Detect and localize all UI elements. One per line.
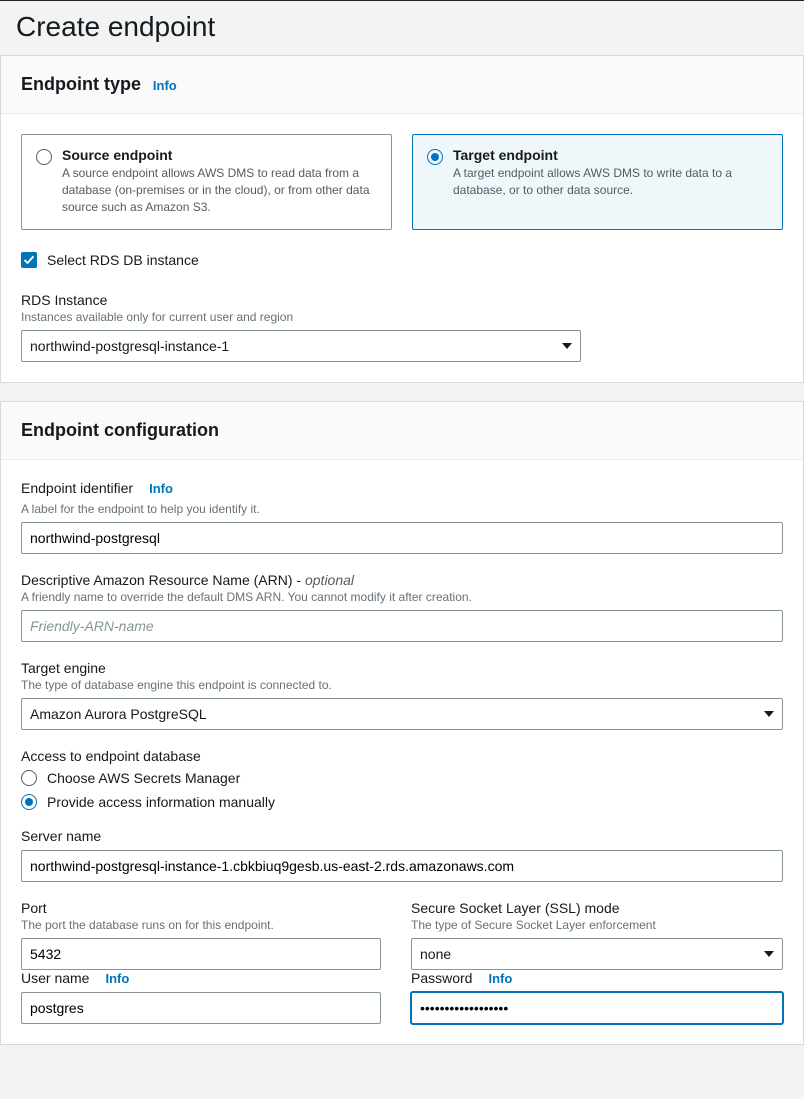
- target-endpoint-card[interactable]: Target endpoint A target endpoint allows…: [412, 134, 783, 230]
- radio-icon: [36, 149, 52, 165]
- source-endpoint-card[interactable]: Source endpoint A source endpoint allows…: [21, 134, 392, 230]
- source-endpoint-title: Source endpoint: [62, 147, 377, 163]
- ssl-mode-hint: The type of Secure Socket Layer enforcem…: [411, 918, 783, 932]
- password-label: Password: [411, 970, 472, 986]
- select-rds-label: Select RDS DB instance: [47, 252, 199, 268]
- endpoint-identifier-info-link[interactable]: Info: [149, 481, 173, 496]
- target-engine-label: Target engine: [21, 660, 783, 676]
- server-name-input[interactable]: [21, 850, 783, 882]
- target-engine-hint: The type of database engine this endpoin…: [21, 678, 783, 692]
- chevron-down-icon: [764, 951, 774, 957]
- endpoint-type-panel: Endpoint type Info Source endpoint A sou…: [0, 55, 804, 383]
- access-manual-radio[interactable]: Provide access information manually: [21, 794, 783, 810]
- arn-input[interactable]: [21, 610, 783, 642]
- port-hint: The port the database runs on for this e…: [21, 918, 381, 932]
- port-input[interactable]: [21, 938, 381, 970]
- rds-instance-hint: Instances available only for current use…: [21, 310, 783, 324]
- endpoint-type-heading: Endpoint type: [21, 74, 141, 94]
- password-input[interactable]: [411, 992, 783, 1024]
- access-secrets-radio[interactable]: Choose AWS Secrets Manager: [21, 770, 783, 786]
- ssl-mode-value: none: [420, 946, 451, 962]
- endpoint-config-panel: Endpoint configuration Endpoint identifi…: [0, 401, 804, 1045]
- endpoint-config-heading: Endpoint configuration: [21, 420, 219, 440]
- endpoint-identifier-hint: A label for the endpoint to help you ide…: [21, 502, 783, 516]
- panel-header: Endpoint type Info: [1, 56, 803, 114]
- target-engine-select[interactable]: Amazon Aurora PostgreSQL: [21, 698, 783, 730]
- chevron-down-icon: [764, 711, 774, 717]
- target-engine-value: Amazon Aurora PostgreSQL: [30, 706, 207, 722]
- target-endpoint-title: Target endpoint: [453, 147, 768, 163]
- username-label: User name: [21, 970, 89, 986]
- server-name-label: Server name: [21, 828, 783, 844]
- select-rds-checkbox[interactable]: [21, 252, 37, 268]
- ssl-mode-label: Secure Socket Layer (SSL) mode: [411, 900, 783, 916]
- page-title: Create endpoint: [0, 0, 804, 55]
- endpoint-type-info-link[interactable]: Info: [153, 78, 177, 93]
- password-info-link[interactable]: Info: [488, 971, 512, 986]
- arn-hint: A friendly name to override the default …: [21, 590, 783, 604]
- username-info-link[interactable]: Info: [105, 971, 129, 986]
- rds-instance-label: RDS Instance: [21, 292, 783, 308]
- panel-header: Endpoint configuration: [1, 402, 803, 460]
- access-secrets-label: Choose AWS Secrets Manager: [47, 770, 240, 786]
- source-endpoint-desc: A source endpoint allows AWS DMS to read…: [62, 165, 377, 215]
- ssl-mode-select[interactable]: none: [411, 938, 783, 970]
- rds-instance-select[interactable]: northwind-postgresql-instance-1: [21, 330, 581, 362]
- checkmark-icon: [23, 254, 35, 266]
- arn-label: Descriptive Amazon Resource Name (ARN) -…: [21, 572, 783, 588]
- target-endpoint-desc: A target endpoint allows AWS DMS to writ…: [453, 165, 768, 199]
- chevron-down-icon: [562, 343, 572, 349]
- radio-icon: [427, 149, 443, 165]
- rds-instance-value: northwind-postgresql-instance-1: [30, 338, 229, 354]
- endpoint-identifier-label: Endpoint identifier: [21, 480, 133, 496]
- username-input[interactable]: [21, 992, 381, 1024]
- radio-icon: [21, 794, 37, 810]
- radio-icon: [21, 770, 37, 786]
- access-manual-label: Provide access information manually: [47, 794, 275, 810]
- port-label: Port: [21, 900, 381, 916]
- access-label: Access to endpoint database: [21, 748, 783, 764]
- endpoint-identifier-input[interactable]: [21, 522, 783, 554]
